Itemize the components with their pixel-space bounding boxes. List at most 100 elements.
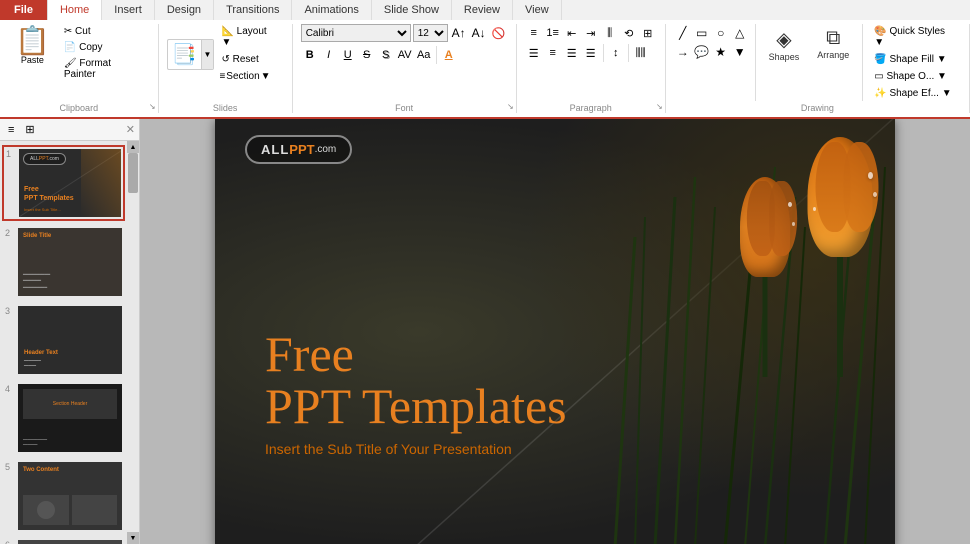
case-button[interactable]: Aa bbox=[415, 46, 433, 64]
paste-icon: 📋 bbox=[15, 27, 50, 55]
ribbon-group-drawing: ╱ ▭ ○ △ → 💬 ★ ▼ ◈ bbox=[666, 24, 970, 113]
slide-view-button[interactable]: ⊞ bbox=[21, 121, 38, 138]
paste-label: Paste bbox=[21, 55, 44, 65]
slide-num-6: 6 bbox=[5, 540, 15, 544]
shape-rect[interactable]: ▭ bbox=[693, 24, 711, 42]
text-direction-button[interactable]: ⟲ bbox=[620, 24, 638, 42]
columns-button[interactable]: ⫼ bbox=[601, 24, 619, 42]
new-slide-button[interactable]: 📑 ▼ bbox=[167, 39, 215, 70]
bullets-button[interactable]: ≡ bbox=[525, 24, 543, 42]
convert-smartart-button[interactable]: ⊞ bbox=[639, 24, 657, 42]
italic-button[interactable]: I bbox=[320, 46, 338, 64]
drawing-divider bbox=[755, 24, 756, 101]
shape-star[interactable]: ★ bbox=[712, 43, 730, 61]
paste-button[interactable]: 📋 Paste bbox=[8, 24, 57, 68]
scroll-thumb[interactable] bbox=[128, 153, 138, 193]
slide-thumb-2[interactable]: 2 ━━━━━━━━━━━━━━━━━━━━━━━ Slide Title bbox=[2, 225, 125, 299]
column-count-button[interactable]: ⫼⫼ bbox=[632, 44, 650, 62]
tab-file[interactable]: File bbox=[0, 0, 48, 20]
shape-more[interactable]: ▼ bbox=[731, 43, 749, 61]
shapes-label: Shapes bbox=[769, 52, 800, 62]
shape-line[interactable]: ╱ bbox=[674, 24, 692, 42]
font-size-selector[interactable]: 12 bbox=[413, 24, 448, 42]
ribbon-group-font: Calibri 12 A↑ A↓ 🚫 B I U S S AV Aa bbox=[293, 24, 517, 113]
ribbon-group-slides: 📑 ▼ 📐 Layout ▼ ↺ Reset ≡ Section ▼ Slide… bbox=[159, 24, 293, 113]
slide-thumb-5[interactable]: 5 Two Content bbox=[2, 459, 125, 533]
sp2-content: ━━━━━━━━━━━━━━━━━━━━━━━ bbox=[23, 272, 50, 292]
decrease-indent-button[interactable]: ⇤ bbox=[563, 24, 581, 42]
clear-format-button[interactable]: 🚫 bbox=[490, 24, 508, 42]
tab-view[interactable]: View bbox=[513, 0, 562, 20]
tab-review[interactable]: Review bbox=[452, 0, 513, 20]
slide-num-2: 2 bbox=[5, 228, 15, 238]
scroll-up-button[interactable]: ▲ bbox=[127, 141, 139, 153]
tab-insert[interactable]: Insert bbox=[102, 0, 155, 20]
section-button[interactable]: ≡ Section ▼ bbox=[216, 69, 283, 84]
tab-slideshow[interactable]: Slide Show bbox=[372, 0, 452, 20]
slide-thumb-4[interactable]: 4 Section Header ━━━━━━━━━━━━━━━━ bbox=[2, 381, 125, 455]
sp1-flower-hint bbox=[81, 149, 121, 217]
shape-effects-button[interactable]: ✨ Shape Ef... ▼ bbox=[869, 86, 961, 101]
copy-button[interactable]: 📄 Copy bbox=[59, 40, 150, 55]
drawing-main-buttons: ◈ Shapes bbox=[762, 24, 807, 65]
slide-canvas[interactable]: ALLPPT.com Free PPT Templates Insert the… bbox=[215, 119, 895, 544]
slide-preview-3: Header Text ━━━━━━━━━━━━ bbox=[18, 306, 122, 374]
shadow-button[interactable]: S bbox=[377, 46, 395, 64]
droplet-mid-2 bbox=[792, 222, 795, 226]
tab-transitions[interactable]: Transitions bbox=[214, 0, 292, 20]
quick-styles-button[interactable]: 🎨 Quick Styles ▼ bbox=[869, 24, 961, 50]
outline-view-button[interactable]: ≡ bbox=[4, 122, 18, 138]
justify-button[interactable]: ☰ bbox=[582, 44, 600, 62]
paragraph-expand[interactable]: ↘ bbox=[656, 102, 663, 111]
arrange-label: Arrange bbox=[817, 50, 849, 60]
font-name-selector[interactable]: Calibri bbox=[301, 24, 411, 42]
scroll-down-button[interactable]: ▼ bbox=[127, 532, 139, 544]
bold-button[interactable]: B bbox=[301, 46, 319, 64]
shape-arrow[interactable]: → bbox=[674, 43, 692, 61]
cut-button[interactable]: ✂ Cut bbox=[59, 24, 150, 39]
ribbon-group-paragraph: ≡ 1≡ ⇤ ⇥ ⫼ ⟲ ⊞ ☰ ≡ ☰ ☰ ↕ ⫼⫼ bbox=[517, 24, 666, 113]
sp3-body: ━━━━━━━━━━━━ bbox=[24, 358, 116, 368]
shape-outline-button[interactable]: ▭ Shape O... ▼ bbox=[869, 69, 961, 84]
shape-fill-button[interactable]: 🪣 Shape Fill ▼ bbox=[869, 52, 961, 67]
main-area: ≡ ⊞ ✕ 1 ALLPPT.com FreePPT Templates Ins… bbox=[0, 119, 970, 544]
slides-label: Slides bbox=[167, 103, 284, 113]
slide-preview-4: Section Header ━━━━━━━━━━━━━━━━ bbox=[18, 384, 122, 452]
shape-callout[interactable]: 💬 bbox=[693, 43, 711, 61]
underline-button[interactable]: U bbox=[339, 46, 357, 64]
line-spacing-button[interactable]: ↕ bbox=[607, 44, 625, 62]
font-color-button[interactable]: A bbox=[440, 46, 458, 64]
spacing-button[interactable]: AV bbox=[396, 46, 414, 64]
increase-indent-button[interactable]: ⇥ bbox=[582, 24, 600, 42]
align-center-button[interactable]: ≡ bbox=[544, 44, 562, 62]
slide-thumb-3[interactable]: 3 Header Text ━━━━━━━━━━━━ bbox=[2, 303, 125, 377]
slide-thumb-6[interactable]: 6 Comparison bbox=[2, 537, 125, 544]
slides-list: 1 ALLPPT.com FreePPT Templates Insert th… bbox=[0, 141, 127, 544]
shapes-button[interactable]: ◈ Shapes bbox=[762, 24, 807, 65]
align-left-button[interactable]: ☰ bbox=[525, 44, 543, 62]
slide-num-4: 4 bbox=[5, 384, 15, 394]
allppt-logo: ALLPPT.com bbox=[245, 135, 352, 164]
format-painter-button[interactable]: 🖌 Format Painter bbox=[59, 56, 150, 82]
tab-design[interactable]: Design bbox=[155, 0, 214, 20]
reset-button[interactable]: ↺ Reset bbox=[216, 52, 283, 67]
tab-home[interactable]: Home bbox=[48, 0, 102, 20]
align-right-button[interactable]: ☰ bbox=[563, 44, 581, 62]
tab-animations[interactable]: Animations bbox=[292, 0, 371, 20]
increase-font-button[interactable]: A↑ bbox=[450, 24, 468, 42]
decrease-font-button[interactable]: A↓ bbox=[470, 24, 488, 42]
clipboard-expand[interactable]: ↘ bbox=[149, 102, 156, 111]
close-panel-button[interactable]: ✕ bbox=[126, 123, 135, 136]
slide-thumb-1[interactable]: 1 ALLPPT.com FreePPT Templates Insert th… bbox=[2, 145, 125, 221]
sp5-col2 bbox=[72, 495, 118, 525]
shape-triangle[interactable]: △ bbox=[731, 24, 749, 42]
new-slide-arrow[interactable]: ▼ bbox=[201, 40, 214, 69]
arrange-button[interactable]: ⧉ Arrange bbox=[810, 24, 856, 63]
shapes-icon: ◈ bbox=[776, 27, 791, 52]
scroll-track[interactable] bbox=[127, 153, 139, 532]
numbering-button[interactable]: 1≡ bbox=[544, 24, 562, 42]
layout-button[interactable]: 📐 Layout ▼ bbox=[216, 24, 283, 50]
shape-oval[interactable]: ○ bbox=[712, 24, 730, 42]
font-expand[interactable]: ↘ bbox=[507, 102, 514, 111]
strikethrough-button[interactable]: S bbox=[358, 46, 376, 64]
